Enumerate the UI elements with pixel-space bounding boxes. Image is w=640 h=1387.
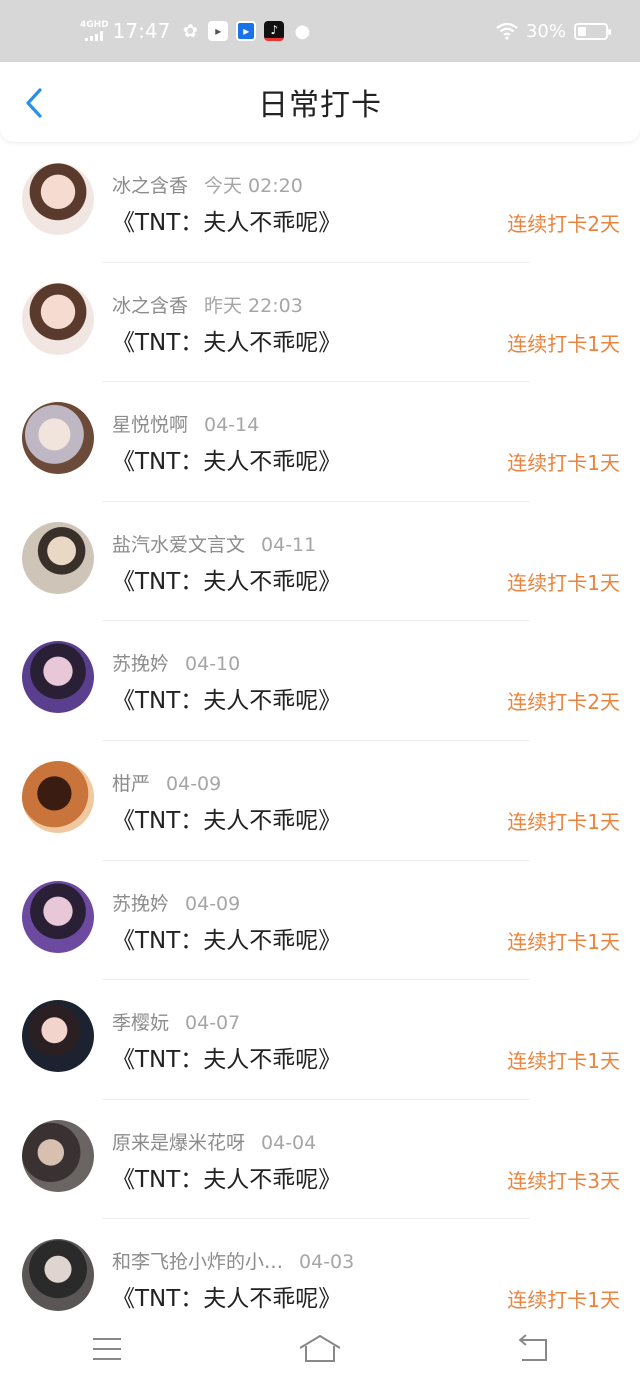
checkin-item[interactable]: 盐汽水爱文言文 04-11 《TNT：夫人不乖呢》 连续打卡1天 <box>0 502 640 622</box>
checkin-item[interactable]: 冰之含香 昨天 22:03 《TNT：夫人不乖呢》 连续打卡1天 <box>0 263 640 383</box>
wifi-icon <box>496 22 518 40</box>
checkin-date: 04-14 <box>204 414 260 437</box>
checkin-date: 04-03 <box>299 1251 355 1274</box>
home-icon <box>299 1335 341 1362</box>
checkin-list: 冰之含香 今天 02:20 《TNT：夫人不乖呢》 连续打卡2天 冰之含香 昨天 22:0… <box>0 143 640 1339</box>
avatar[interactable] <box>22 760 94 833</box>
username[interactable]: 星悦悦啊 <box>112 414 188 436</box>
checkin-meta: 柑严 04-09 <box>112 769 221 796</box>
wechat-icon: ✿ <box>182 20 198 42</box>
book-title[interactable]: 《TNT：夫人不乖呢》 <box>112 681 341 715</box>
streak-label: 连续打卡1天 <box>507 1049 620 1074</box>
checkin-meta: 冰之含香 昨天 22:03 <box>112 291 303 318</box>
streak-label: 连续打卡1天 <box>507 1288 620 1313</box>
page-title: 日常打卡 <box>258 88 382 123</box>
network-indicator: 4GHD <box>80 21 109 41</box>
checkin-date: 04-11 <box>261 533 317 556</box>
avatar[interactable] <box>22 163 94 235</box>
checkin-date: 04-09 <box>185 892 241 915</box>
checkin-meta: 冰之含香 今天 02:20 <box>112 171 303 198</box>
book-title[interactable]: 《TNT：夫人不乖呢》 <box>112 921 341 955</box>
checkin-date: 今天 02:20 <box>204 175 303 197</box>
checkin-item[interactable]: 季樱妧 04-07 《TNT：夫人不乖呢》 连续打卡1天 <box>0 980 640 1100</box>
avatar[interactable] <box>22 1000 94 1073</box>
streak-label: 连续打卡1天 <box>507 451 620 476</box>
checkin-meta: 苏挽妗 04-09 <box>112 889 240 916</box>
app-icon: ▸ <box>236 21 257 41</box>
book-title[interactable]: 《TNT：夫人不乖呢》 <box>112 323 341 357</box>
avatar[interactable] <box>22 1239 94 1312</box>
checkin-item[interactable]: 苏挽妗 04-09 《TNT：夫人不乖呢》 连续打卡1天 <box>0 861 640 981</box>
username[interactable]: 和李飞抢小炸的小… <box>112 1251 283 1273</box>
username[interactable]: 柑严 <box>112 773 150 795</box>
checkin-meta: 苏挽妗 04-10 <box>112 649 240 676</box>
username[interactable]: 冰之含香 <box>112 175 188 197</box>
streak-label: 连续打卡1天 <box>507 929 620 954</box>
username[interactable]: 苏挽妗 <box>112 893 169 915</box>
status-time: 17:47 <box>112 19 171 43</box>
checkin-item[interactable]: 柑严 04-09 《TNT：夫人不乖呢》 连续打卡1天 <box>0 741 640 861</box>
book-title[interactable]: 《TNT：夫人不乖呢》 <box>112 1279 341 1313</box>
checkin-meta: 和李飞抢小炸的小… 04-03 <box>112 1247 354 1274</box>
tiktok-icon: ♪ <box>264 21 285 41</box>
checkin-date: 04-09 <box>166 772 222 795</box>
battery-icon <box>574 22 611 40</box>
username[interactable]: 原来是爆米花呀 <box>112 1132 245 1154</box>
checkin-date: 昨天 22:03 <box>204 294 303 317</box>
home-button[interactable] <box>290 1329 350 1369</box>
checkin-meta: 星悦悦啊 04-14 <box>112 410 259 437</box>
streak-label: 连续打卡3天 <box>507 1168 620 1193</box>
avatar[interactable] <box>22 1119 94 1192</box>
chevron-left-icon[interactable] <box>18 86 52 120</box>
streak-label: 连续打卡1天 <box>507 809 620 834</box>
username[interactable]: 季樱妧 <box>112 1012 169 1034</box>
avatar[interactable] <box>22 282 94 355</box>
battery-percent: 30% <box>525 20 566 42</box>
username[interactable]: 盐汽水爱文言文 <box>112 534 245 556</box>
checkin-date: 04-04 <box>261 1131 317 1154</box>
username[interactable]: 苏挽妗 <box>112 653 169 675</box>
book-title[interactable]: 《TNT：夫人不乖呢》 <box>112 1040 341 1074</box>
network-type: 4GHD <box>80 20 109 30</box>
username[interactable]: 冰之含香 <box>112 295 188 317</box>
menu-button[interactable] <box>77 1329 137 1369</box>
back-button[interactable] <box>503 1329 563 1369</box>
avatar[interactable] <box>22 641 94 714</box>
avatar[interactable] <box>22 402 94 475</box>
checkin-date: 04-07 <box>185 1012 241 1035</box>
checkin-item[interactable]: 苏挽妗 04-10 《TNT：夫人不乖呢》 连续打卡2天 <box>0 621 640 741</box>
checkin-date: 04-10 <box>185 653 241 676</box>
book-title[interactable]: 《TNT：夫人不乖呢》 <box>112 203 341 237</box>
book-title[interactable]: 《TNT：夫人不乖呢》 <box>112 801 341 835</box>
avatar[interactable] <box>22 521 94 594</box>
checkin-item[interactable]: 冰之含香 今天 02:20 《TNT：夫人不乖呢》 连续打卡2天 <box>0 143 640 263</box>
page-header: 日常打卡 <box>0 62 640 142</box>
streak-label: 连续打卡1天 <box>507 570 620 595</box>
checkin-meta: 盐汽水爱文言文 04-11 <box>112 530 316 557</box>
checkin-meta: 季樱妧 04-07 <box>112 1008 240 1035</box>
checkin-item[interactable]: 原来是爆米花呀 04-04 《TNT：夫人不乖呢》 连续打卡3天 <box>0 1100 640 1220</box>
app-icon: ▸ <box>208 21 229 41</box>
book-title[interactable]: 《TNT：夫人不乖呢》 <box>112 442 341 476</box>
streak-label: 连续打卡1天 <box>507 331 620 356</box>
message-icon: ● <box>294 20 311 42</box>
streak-label: 连续打卡2天 <box>507 212 620 236</box>
checkin-item[interactable]: 星悦悦啊 04-14 《TNT：夫人不乖呢》 连续打卡1天 <box>0 382 640 502</box>
status-bar: 4GHD 17:47 ✿ ▸ ▸ ♪ ● 30% <box>0 0 640 62</box>
checkin-meta: 原来是爆米花呀 04-04 <box>112 1128 316 1155</box>
menu-icon <box>92 1338 121 1360</box>
battery-level <box>578 26 586 36</box>
signal-icon <box>85 31 104 41</box>
system-nav-bar <box>0 1311 640 1387</box>
book-title[interactable]: 《TNT：夫人不乖呢》 <box>112 1160 341 1194</box>
book-title[interactable]: 《TNT：夫人不乖呢》 <box>112 562 341 596</box>
streak-label: 连续打卡2天 <box>507 690 620 715</box>
avatar[interactable] <box>22 880 94 953</box>
back-icon <box>519 1334 548 1361</box>
